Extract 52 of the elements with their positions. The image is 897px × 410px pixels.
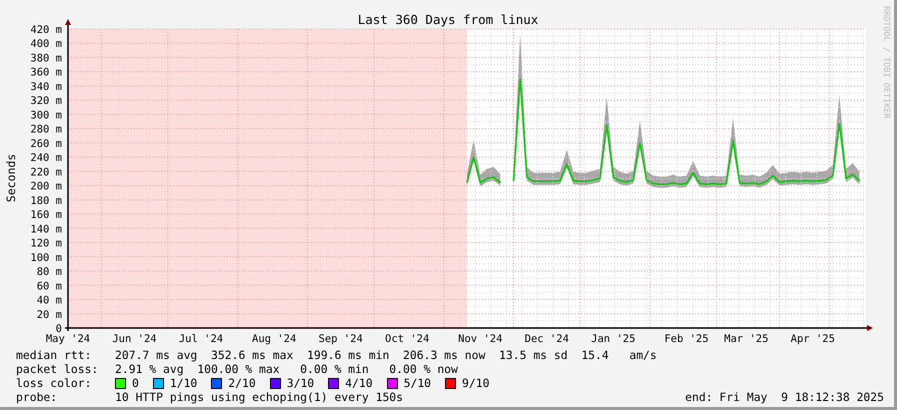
y-tick-label: 80 m [36, 266, 62, 278]
end-time: end: Fri May 9 18:12:38 2025 [685, 390, 884, 404]
x-tick-label: Jan '25 [591, 333, 636, 345]
legend-label: packet loss: [16, 362, 100, 376]
legend-stats: 2.91 % avg 100.00 % max 0.00 % min 0.00 % now [115, 362, 458, 376]
x-tick-label: Nov '24 [458, 333, 502, 345]
watermark-text: RRDTOOL / TOBI OETIKER [881, 6, 891, 119]
x-tick-label: Sep '24 [318, 333, 363, 345]
legend-stats: 207.7 ms avg 352.6 ms max 199.6 ms min 206.3 ms now 13.5 ms sd 15.4 am/s [115, 348, 657, 362]
swatch-label: 9/10 [462, 376, 490, 390]
swatch-label: 3/10 [286, 376, 314, 390]
y-tick-label: 180 m [30, 194, 62, 207]
swatch-label: 1/10 [170, 376, 198, 390]
x-tick-label: May '24 [46, 333, 90, 345]
y-tick-label: 220 m [30, 166, 62, 178]
x-tick-label: Oct '24 [385, 333, 430, 345]
y-tick-label: 200 m [30, 180, 62, 193]
x-tick-label: Dec '24 [524, 333, 569, 345]
y-tick-label: 40 m [36, 294, 62, 307]
y-tick-label: 100 m [30, 252, 62, 264]
swatch-label: 5/10 [404, 376, 432, 390]
y-tick-label: 160 m [30, 209, 62, 222]
y-tick-label: 400 m [30, 38, 62, 50]
chart-title: Last 360 Days from linux [358, 12, 538, 27]
y-tick-label: 240 m [30, 152, 62, 164]
y-tick-label: 120 m [30, 238, 62, 250]
y-tick-label: 300 m [30, 109, 62, 122]
y-tick-label: 420 m [30, 24, 62, 36]
x-tick-label: Apr '25 [790, 333, 835, 345]
legend-label: probe: [16, 390, 58, 404]
y-tick-label: 360 m [30, 66, 62, 79]
swatch-label: 0 [132, 376, 139, 390]
x-tick-label: Mar '25 [724, 333, 768, 345]
x-tick-label: Jun '24 [112, 333, 157, 345]
y-tick-label: 320 m [30, 95, 62, 108]
y-axis-label: Seconds [4, 154, 18, 202]
y-tick-label: 380 m [30, 52, 62, 64]
y-tick-label: 0 [56, 323, 62, 335]
swatch-label: 2/10 [228, 376, 256, 390]
legend-label: loss color: [16, 376, 92, 390]
y-tick-label: 340 m [30, 80, 62, 93]
x-tick-label: Aug '24 [252, 333, 296, 345]
y-tick-label: 60 m [36, 280, 62, 292]
swatch-label: 4/10 [345, 376, 373, 390]
y-tick-label: 140 m [30, 223, 62, 236]
x-tick-label: Feb '25 [664, 333, 709, 345]
y-tick-label: 260 m [30, 138, 62, 150]
probe-description: 10 HTTP pings using echoping(1) every 150s [115, 390, 404, 404]
y-tick-label: 280 m [30, 124, 62, 136]
legend-label: median rtt: [16, 348, 92, 362]
x-tick-label: Jul '24 [178, 333, 224, 345]
y-tick-label: 20 m [36, 308, 62, 321]
